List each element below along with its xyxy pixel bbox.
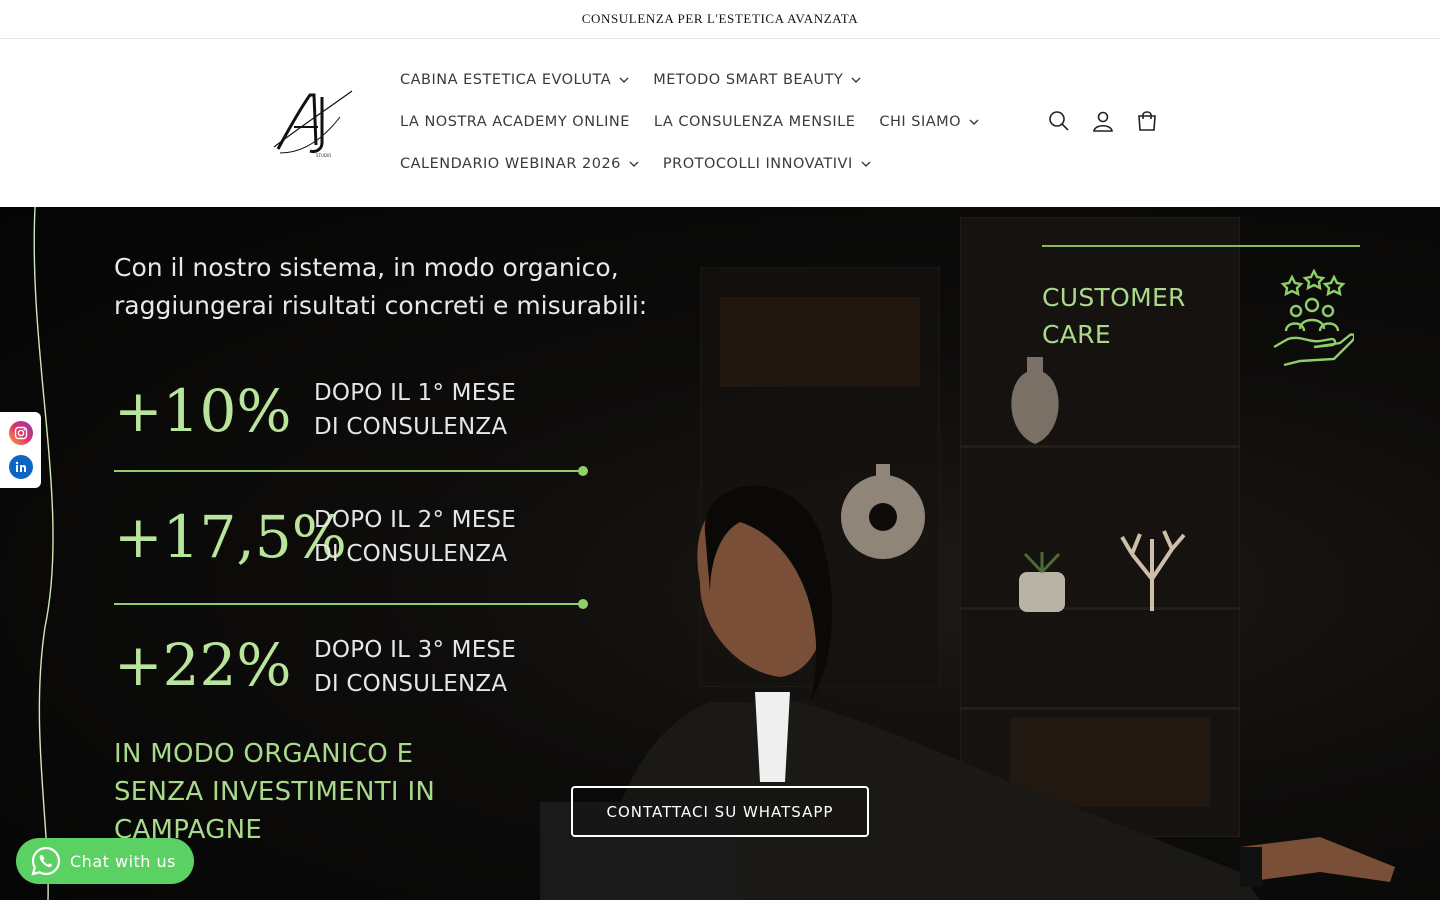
header-icons	[1044, 103, 1162, 139]
hero-intro-line: raggiungerai risultati concreti e misura…	[114, 291, 648, 320]
stat-value: +10%	[114, 377, 292, 445]
account-icon[interactable]	[1088, 103, 1118, 139]
divider-line	[114, 466, 588, 476]
decorative-curve	[33, 207, 54, 900]
customer-care-label: CUSTOMER CARE	[1042, 279, 1186, 353]
stat-label: DOPO IL 2° MESE DI CONSULENZA	[314, 503, 516, 571]
stat-value: +17,5%	[114, 503, 347, 571]
linkedin-icon[interactable]	[8, 455, 33, 479]
stat-label: DOPO IL 1° MESE DI CONSULENZA	[314, 376, 516, 444]
nav-item-label: CALENDARIO WEBINAR 2026	[400, 156, 621, 172]
social-sidebar	[0, 412, 41, 488]
cta-label: CONTATTACI SU WHATSAPP	[606, 802, 834, 821]
nav-item-calendario-webinar[interactable]: CALENDARIO WEBINAR 2026	[388, 143, 651, 185]
nav-item-cabina-estetica-evoluta[interactable]: CABINA ESTETICA EVOLUTA	[388, 59, 641, 101]
nav-row: LA NOSTRA ACADEMY ONLINE LA CONSULENZA M…	[388, 101, 1028, 143]
announcement-bar: CONSULENZA PER L'ESTETICA AVANZATA	[0, 0, 1440, 39]
nav-item-metodo-smart-beauty[interactable]: METODO SMART BEAUTY	[641, 59, 873, 101]
stat-label-line: DI CONSULENZA	[314, 671, 508, 697]
chevron-down-icon	[969, 119, 979, 125]
nav-item-label: METODO SMART BEAUTY	[653, 72, 844, 88]
cart-icon[interactable]	[1132, 103, 1162, 139]
site-header: STUDIO CABINA ESTETICA EVOLUTA METODO SM…	[0, 39, 1440, 207]
vase-image	[1011, 357, 1059, 444]
hero-intro-line: Con il nostro sistema, in modo organico,	[114, 253, 619, 282]
svg-text:STUDIO: STUDIO	[316, 153, 331, 158]
nav-item-label: PROTOCOLLI INNOVATIVI	[662, 156, 853, 172]
hero-banner: Con il nostro sistema, in modo organico,…	[0, 207, 1440, 900]
customer-care-icon	[1273, 269, 1354, 367]
chevron-down-icon	[861, 161, 871, 167]
customer-care-line: CUSTOMER	[1042, 283, 1186, 312]
search-icon[interactable]	[1044, 103, 1074, 139]
stat-label-line: DOPO IL 3° MESE	[314, 637, 516, 663]
chat-label: Chat with us	[70, 851, 176, 871]
stat-label-line: DOPO IL 2° MESE	[314, 507, 516, 533]
stat-label: DOPO IL 3° MESE DI CONSULENZA	[314, 633, 516, 701]
whatsapp-cta-button[interactable]: CONTATTACI SU WHATSAPP	[571, 786, 869, 837]
customer-care-line: CARE	[1042, 320, 1111, 349]
nav-item-academy-online[interactable]: LA NOSTRA ACADEMY ONLINE	[388, 101, 642, 143]
nav-item-chi-siamo[interactable]: CHI SIAMO	[867, 101, 991, 143]
whatsapp-icon	[31, 846, 61, 876]
chevron-down-icon	[619, 77, 629, 83]
instagram-icon[interactable]	[8, 421, 33, 445]
whatsapp-chat-widget[interactable]: Chat with us	[16, 838, 194, 884]
nav-item-label: CHI SIAMO	[879, 114, 962, 130]
organic-line: SENZA INVESTIMENTI IN	[114, 777, 436, 807]
announcement-text: CONSULENZA PER L'ESTETICA AVANZATA	[581, 11, 859, 26]
nav-row: CALENDARIO WEBINAR 2026 PROTOCOLLI INNOV…	[388, 143, 1028, 185]
stat-label-line: DOPO IL 1° MESE	[314, 380, 516, 406]
books	[720, 297, 920, 387]
nav-item-consulenza-mensile[interactable]: LA CONSULENZA MENSILE	[642, 101, 867, 143]
logo[interactable]: STUDIO	[270, 87, 358, 159]
shelf-line	[960, 445, 1240, 448]
organic-headline: IN MODO ORGANICO E SENZA INVESTIMENTI IN…	[114, 735, 494, 849]
nav-item-label: CABINA ESTETICA EVOLUTA	[400, 72, 612, 88]
nav-item-label: LA CONSULENZA MENSILE	[653, 114, 856, 130]
main-nav: CABINA ESTETICA EVOLUTA METODO SMART BEA…	[388, 59, 1028, 185]
nav-item-protocolli-innovativi[interactable]: PROTOCOLLI INNOVATIVI	[651, 143, 883, 185]
divider-line	[114, 599, 588, 609]
hero-intro: Con il nostro sistema, in modo organico,…	[114, 249, 674, 325]
divider-line	[1042, 245, 1360, 247]
chevron-down-icon	[851, 77, 861, 83]
nav-row: CABINA ESTETICA EVOLUTA METODO SMART BEA…	[388, 59, 1028, 101]
stat-value: +22%	[114, 631, 292, 699]
nav-item-label: LA NOSTRA ACADEMY ONLINE	[400, 114, 630, 130]
stat-label-line: DI CONSULENZA	[314, 541, 508, 567]
stat-label-line: DI CONSULENZA	[314, 414, 508, 440]
chevron-down-icon	[629, 161, 639, 167]
organic-line: IN MODO ORGANICO E	[114, 739, 414, 769]
